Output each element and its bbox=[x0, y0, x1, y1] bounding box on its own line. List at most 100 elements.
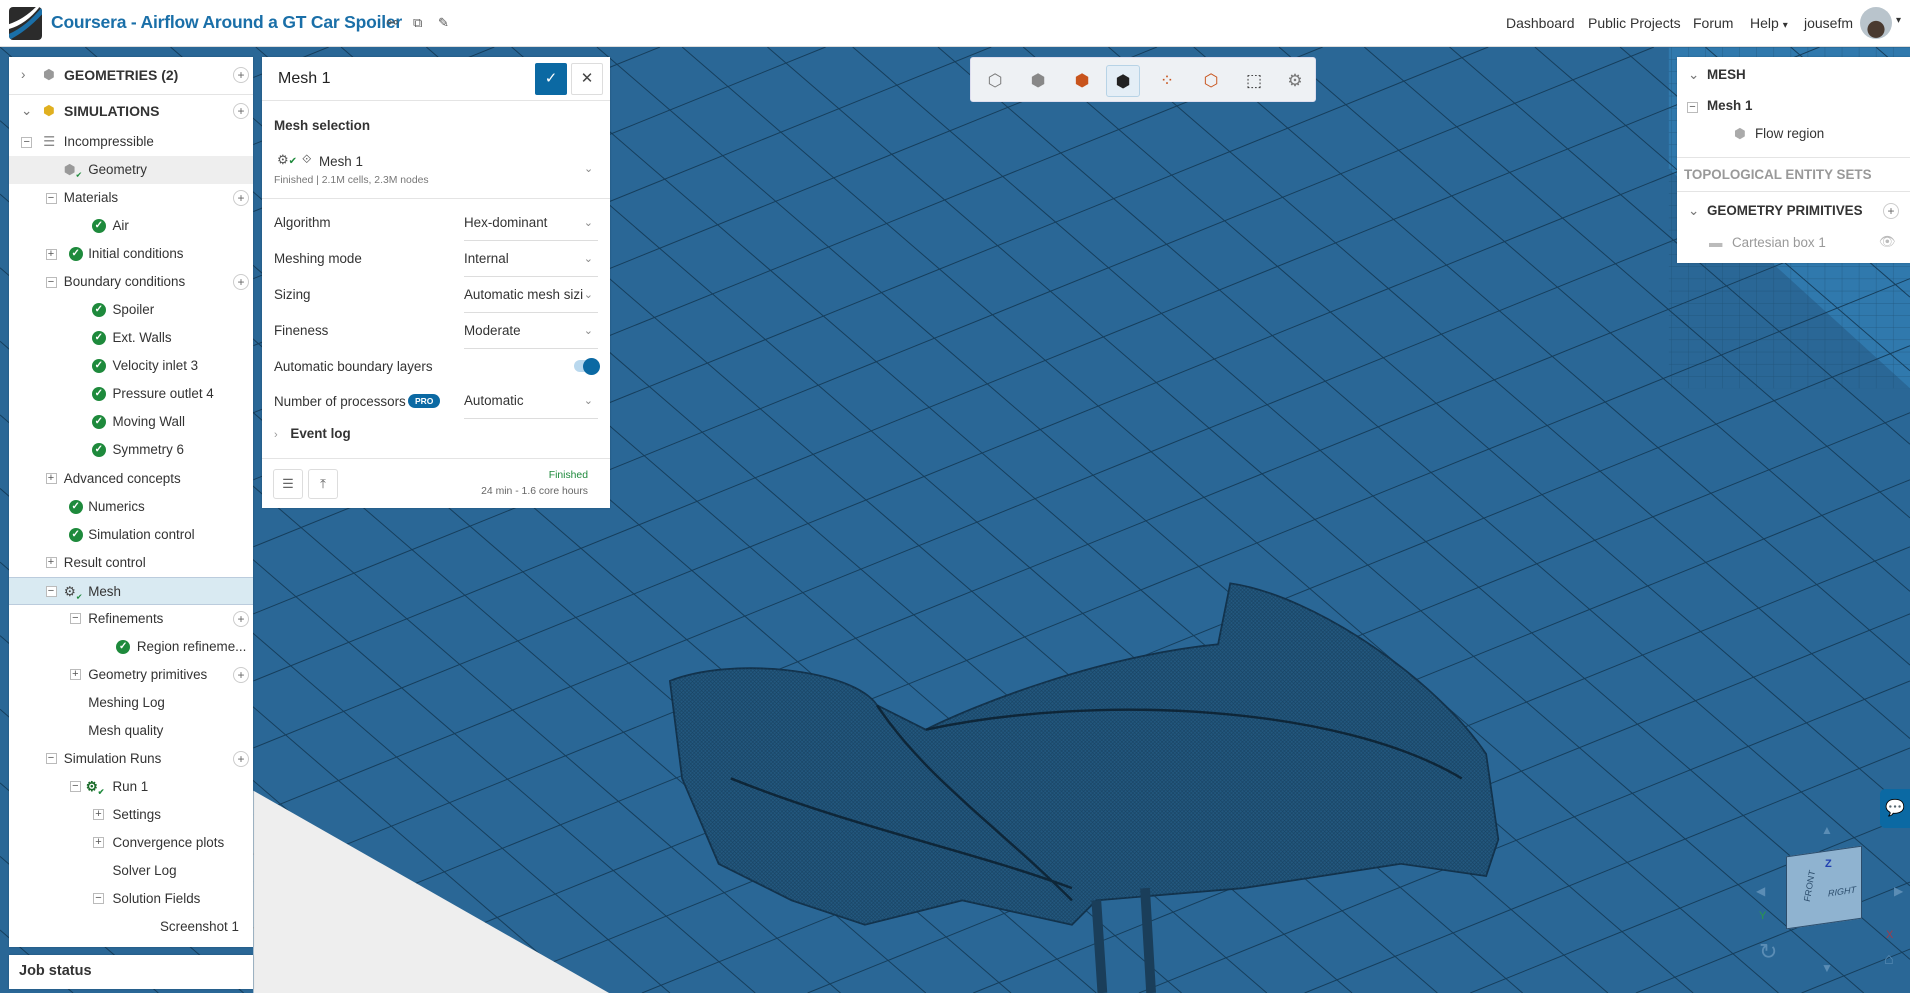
flow-region-item[interactable]: Flow region bbox=[1755, 126, 1824, 141]
tree-item-boundary-conditions[interactable]: − Boundary conditions + bbox=[9, 268, 253, 296]
export-button[interactable]: ⤒ bbox=[308, 469, 338, 499]
tree-item-region-refinement[interactable]: ✓ Region refineme... bbox=[9, 633, 253, 661]
collapse-toggle[interactable]: − bbox=[21, 136, 33, 148]
collapse-toggle[interactable]: − bbox=[69, 613, 81, 624]
tree-item-air[interactable]: ✓ Air bbox=[9, 212, 253, 240]
tree-item-geometry[interactable]: ⬢✔ Geometry bbox=[9, 156, 253, 185]
settings-cube-icon[interactable]: ⚙ bbox=[1278, 65, 1312, 97]
expand-toggle[interactable]: + bbox=[45, 557, 57, 568]
tree-item-numerics[interactable]: ✓ Numerics bbox=[9, 493, 253, 521]
tree-item-solver-log[interactable]: Solver Log bbox=[9, 857, 253, 885]
confirm-button[interactable]: ✓ bbox=[535, 63, 567, 95]
expand-toggle[interactable]: + bbox=[69, 669, 81, 681]
tree-item-settings[interactable]: + Settings bbox=[9, 801, 253, 829]
tree-item-spoiler[interactable]: ✓ Spoiler bbox=[9, 296, 253, 324]
processors-select[interactable]: Automatic ⌄ bbox=[464, 390, 598, 419]
edit-icon[interactable]: ✎ bbox=[438, 15, 449, 31]
tree-item-moving-wall[interactable]: ✓ Moving Wall bbox=[9, 408, 253, 436]
username[interactable]: jousefm bbox=[1804, 15, 1853, 31]
view-cube[interactable]: ▲ ◀ ▶ ▼ ⌂ ↻ FRONT RIGHT Z X Y bbox=[1754, 817, 1910, 983]
user-menu-chevron-icon[interactable]: ▾ bbox=[1896, 15, 1901, 26]
collapse-toggle[interactable]: − bbox=[1687, 102, 1698, 113]
box-select-icon[interactable]: ⬚ bbox=[1237, 65, 1271, 97]
arrow-down-icon[interactable]: ▼ bbox=[1821, 961, 1833, 975]
tree-item-refinements[interactable]: − Refinements + bbox=[9, 605, 253, 633]
tree-item-initial-conditions[interactable]: + ✓ Initial conditions bbox=[9, 240, 253, 268]
topological-sets-heading[interactable]: TOPOLOGICAL ENTITY SETS bbox=[1684, 167, 1872, 182]
tree-item-solution-fields[interactable]: − Solution Fields bbox=[9, 885, 253, 913]
tree-item-screenshot-1[interactable]: Screenshot 1 bbox=[9, 913, 253, 941]
tree-item-geometry-primitives[interactable]: + Geometry primitives + bbox=[9, 661, 253, 689]
collapse-toggle[interactable]: − bbox=[45, 192, 57, 204]
tree-item-simulation-control[interactable]: ✓ Simulation control bbox=[9, 521, 253, 549]
chevron-down-icon[interactable]: ⌄ bbox=[1688, 67, 1699, 83]
arrow-left-icon[interactable]: ◀ bbox=[1756, 884, 1765, 898]
collapse-toggle[interactable]: − bbox=[93, 893, 104, 905]
surfaces-icon[interactable]: ⬢ bbox=[1065, 65, 1099, 97]
cartesian-box-item[interactable]: Cartesian box 1 bbox=[1732, 235, 1826, 250]
add-button[interactable]: + bbox=[233, 274, 249, 291]
boundary-layers-toggle[interactable] bbox=[574, 357, 600, 375]
tree-item-result-control[interactable]: + Result control bbox=[9, 549, 253, 577]
arrow-up-icon[interactable]: ▲ bbox=[1821, 823, 1833, 837]
solid-view-icon[interactable]: ⬡ bbox=[978, 65, 1012, 97]
mesh-selection-dropdown[interactable]: ⚙✔ ⟐ Mesh 1 Finished | 2.1M cells, 2.3M … bbox=[262, 145, 610, 199]
tree-item-materials[interactable]: − Materials + bbox=[9, 184, 253, 212]
solid-shaded-icon[interactable]: ⬢ bbox=[1021, 65, 1055, 97]
home-icon[interactable]: ⌂ bbox=[1884, 951, 1894, 969]
tree-item-convergence-plots[interactable]: + Convergence plots bbox=[9, 829, 253, 857]
sizing-select[interactable]: Automatic mesh sizi ⌄ bbox=[464, 284, 598, 314]
collapse-toggle[interactable]: − bbox=[45, 586, 57, 597]
tree-item-simulation-runs[interactable]: − Simulation Runs + bbox=[9, 745, 253, 773]
collapse-toggle[interactable]: − bbox=[45, 276, 57, 288]
tree-item-meshing-log[interactable]: Meshing Log bbox=[9, 689, 253, 717]
fineness-select[interactable]: Moderate ⌄ bbox=[464, 320, 598, 350]
nav-public-projects[interactable]: Public Projects bbox=[1588, 15, 1681, 31]
nav-dashboard[interactable]: Dashboard bbox=[1506, 15, 1575, 31]
tree-item-symmetry-6[interactable]: ✓ Symmetry 6 bbox=[9, 436, 253, 464]
eye-icon[interactable]: 👁 bbox=[1879, 234, 1896, 250]
tree-item-incompressible[interactable]: − ☰ Incompressible bbox=[9, 128, 253, 156]
meshing-mode-select[interactable]: Internal ⌄ bbox=[464, 248, 598, 278]
simscale-logo[interactable] bbox=[9, 7, 42, 40]
algorithm-select[interactable]: Hex-dominant ⌄ bbox=[464, 212, 598, 242]
arrow-right-icon[interactable]: ▶ bbox=[1894, 884, 1903, 898]
tree-item-mesh-quality[interactable]: Mesh quality bbox=[9, 717, 253, 745]
chevron-right-icon[interactable]: › bbox=[21, 61, 25, 89]
tree-geometries[interactable]: › ⬢ GEOMETRIES (2) + bbox=[9, 61, 253, 95]
event-log-toggle[interactable]: › Event log bbox=[274, 426, 351, 441]
add-button[interactable]: + bbox=[233, 190, 249, 207]
tree-item-velocity-inlet-3[interactable]: ✓ Velocity inlet 3 bbox=[9, 352, 253, 380]
close-button[interactable]: ✕ bbox=[571, 63, 603, 95]
add-button[interactable]: + bbox=[233, 750, 249, 767]
tree-item-run-1[interactable]: − ⚙✔ Run 1 bbox=[9, 773, 253, 801]
chevron-down-icon[interactable]: ⌄ bbox=[21, 97, 32, 125]
surfaces-edges-icon[interactable]: ⬢ bbox=[1106, 65, 1140, 97]
avatar[interactable] bbox=[1860, 7, 1892, 39]
wireframe-icon[interactable]: ⬡ bbox=[1194, 65, 1228, 97]
collapse-toggle[interactable]: − bbox=[45, 753, 57, 765]
nav-forum[interactable]: Forum bbox=[1693, 15, 1733, 31]
share-icon[interactable]: ⚯ bbox=[387, 15, 398, 31]
add-primitive-button[interactable]: + bbox=[1883, 203, 1899, 219]
expand-toggle[interactable]: + bbox=[93, 809, 104, 821]
nav-help[interactable]: Help ▾ bbox=[1750, 15, 1788, 31]
points-icon[interactable]: ⁘ bbox=[1150, 65, 1184, 97]
rotate-icon[interactable]: ↻ bbox=[1759, 939, 1777, 965]
job-status-panel[interactable]: Job status bbox=[9, 955, 253, 989]
add-geometry-button[interactable]: + bbox=[233, 67, 249, 83]
expand-toggle[interactable]: + bbox=[93, 837, 104, 849]
mesh-item[interactable]: Mesh 1 bbox=[1707, 98, 1752, 113]
add-button[interactable]: + bbox=[233, 666, 249, 683]
chevron-down-icon[interactable]: ⌄ bbox=[1688, 203, 1699, 219]
tree-item-pressure-outlet-4[interactable]: ✓ Pressure outlet 4 bbox=[9, 380, 253, 408]
tree-item-mesh[interactable]: − ⚙✔ Mesh bbox=[9, 576, 253, 605]
tree-item-advanced-concepts[interactable]: + Advanced concepts bbox=[9, 465, 253, 493]
list-button[interactable]: ☰ bbox=[273, 469, 303, 499]
copy-icon[interactable]: ⧉ bbox=[413, 15, 422, 31]
expand-toggle[interactable]: + bbox=[45, 473, 57, 484]
add-simulation-button[interactable]: + bbox=[233, 103, 249, 119]
collapse-toggle[interactable]: − bbox=[69, 781, 81, 793]
add-button[interactable]: + bbox=[233, 610, 249, 627]
expand-toggle[interactable]: + bbox=[45, 248, 57, 260]
